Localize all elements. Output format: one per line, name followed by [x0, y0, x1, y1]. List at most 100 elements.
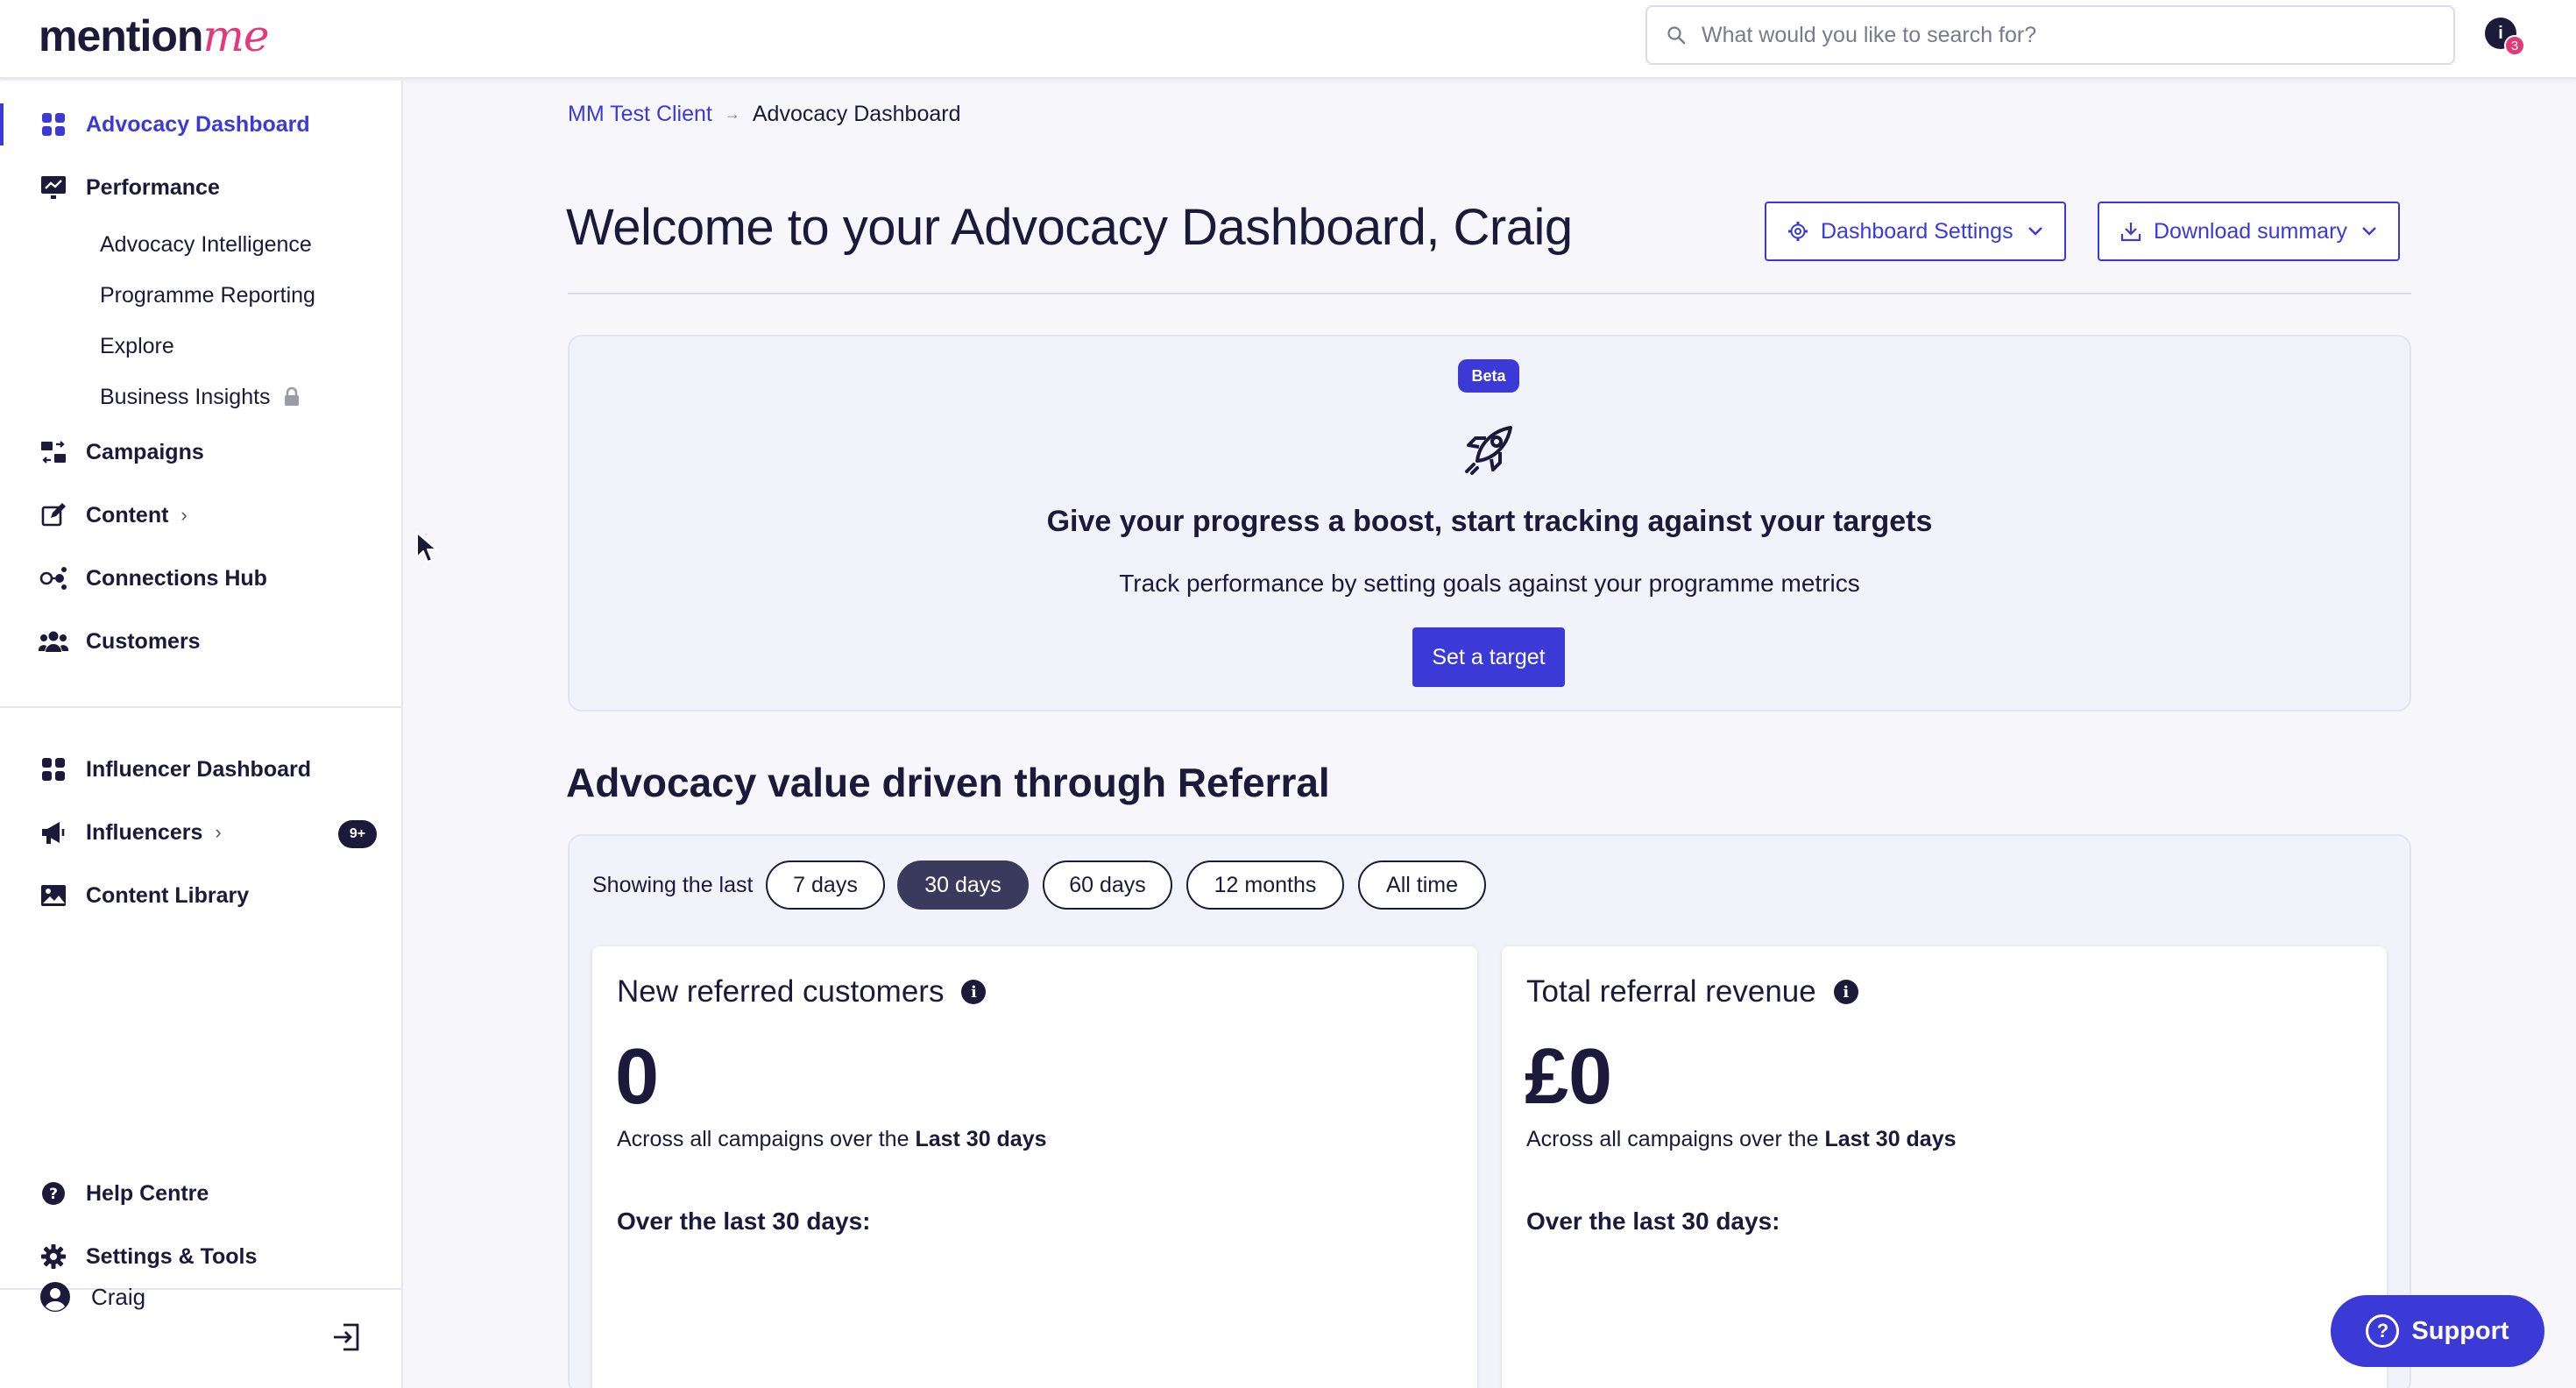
- sidebar-subitem-label: Programme Reporting: [100, 282, 315, 308]
- chevron-right-icon: ›: [215, 821, 222, 843]
- sidebar-divider: [0, 706, 401, 708]
- range-label: Showing the last: [592, 872, 754, 897]
- breadcrumb-link-client[interactable]: MM Test Client: [568, 102, 712, 127]
- sidebar-item-label: Customers: [86, 628, 201, 654]
- section-title: Advocacy value driven through Referral: [566, 760, 1330, 805]
- search-input[interactable]: What would you like to search for?: [1645, 5, 2455, 65]
- arrow-right-icon: →: [724, 104, 740, 123]
- sidebar-subitem-label: Advocacy Intelligence: [100, 231, 312, 257]
- sidebar-item-label: Content Library: [86, 882, 250, 908]
- sidebar-item-label: Influencers: [86, 819, 203, 845]
- range-pill-7-days[interactable]: 7 days: [766, 860, 885, 910]
- download-icon: [2120, 221, 2141, 242]
- beta-badge: Beta: [1458, 359, 1519, 393]
- chevron-right-icon: ›: [180, 504, 188, 526]
- card-value: £0: [1525, 1033, 1613, 1121]
- dashboard-grid-icon: [39, 110, 68, 139]
- customers-icon: [39, 627, 68, 656]
- set-target-button[interactable]: Set a target: [1412, 627, 1565, 687]
- sidebar-item-label: Performance: [86, 174, 220, 200]
- campaigns-icon: [39, 437, 68, 467]
- promo-subtitle: Track performance by setting goals again…: [1119, 570, 1860, 597]
- lock-icon: [283, 386, 301, 407]
- card-title: Total referral revenue i: [1526, 974, 1858, 1009]
- sidebar-subitem-label: Explore: [100, 333, 174, 358]
- card-value: 0: [615, 1033, 660, 1121]
- sidebar-subitem-programme-reporting[interactable]: Programme Reporting: [100, 273, 315, 317]
- dashboard-grid-icon: [39, 754, 68, 784]
- sidebar-item-help-centre[interactable]: ? Help Centre: [0, 1167, 401, 1220]
- notification-count-badge: 3: [2504, 35, 2525, 56]
- performance-chart-icon: [39, 173, 68, 202]
- sidebar-item-label: Connections Hub: [86, 565, 267, 591]
- sidebar-item-label: Influencer Dashboard: [86, 756, 311, 782]
- connections-icon: [39, 563, 68, 593]
- card-over-label: Over the last 30 days:: [1526, 1207, 1780, 1235]
- card-title-text: Total referral revenue: [1526, 974, 1816, 1009]
- sidebar-item-label: Help Centre: [86, 1180, 209, 1206]
- sidebar-item-influencer-dashboard[interactable]: Influencer Dashboard: [0, 743, 401, 796]
- metric-card-total-referral-revenue: Total referral revenue i £0 Across all c…: [1502, 946, 2387, 1388]
- support-label: Support: [2411, 1316, 2509, 1345]
- megaphone-icon: [39, 818, 68, 847]
- range-pill-60-days[interactable]: 60 days: [1043, 860, 1172, 910]
- logo-text-me: me: [202, 11, 269, 61]
- edit-icon: [39, 500, 68, 530]
- button-label: Dashboard Settings: [1821, 218, 2013, 244]
- sidebar-subitem-label: Business Insights: [100, 384, 271, 409]
- user-name: Craig: [91, 1283, 146, 1310]
- sidebar-subitem-advocacy-intelligence[interactable]: Advocacy Intelligence: [100, 223, 312, 266]
- logout-icon[interactable]: [331, 1321, 363, 1353]
- sidebar-item-advocacy-dashboard[interactable]: Advocacy Dashboard: [0, 98, 401, 151]
- influencers-count-badge: 9+: [338, 820, 377, 848]
- support-button[interactable]: ? Support: [2331, 1295, 2544, 1367]
- button-label: Download summary: [2154, 218, 2347, 244]
- sidebar-item-label: Advocacy Dashboard: [86, 111, 310, 137]
- svg-text:?: ?: [49, 1186, 58, 1203]
- dashboard-settings-button[interactable]: Dashboard Settings: [1765, 202, 2066, 261]
- search-placeholder: What would you like to search for?: [1702, 22, 2037, 47]
- mention-me-logo[interactable]: mention me: [39, 11, 269, 63]
- image-icon: [39, 881, 68, 910]
- search-icon: [1667, 25, 1686, 45]
- card-description-text: Across all campaigns over the: [1526, 1127, 1825, 1151]
- card-description: Across all campaigns over the Last 30 da…: [1526, 1127, 1957, 1152]
- notifications-button[interactable]: i 3: [2485, 18, 2525, 56]
- sidebar-subitem-explore[interactable]: Explore: [100, 324, 174, 368]
- sidebar-subitem-business-insights[interactable]: Business Insights: [100, 375, 301, 419]
- promo-title: Give your progress a boost, start tracki…: [1046, 505, 1933, 538]
- range-pill-12-months[interactable]: 12 months: [1186, 860, 1344, 910]
- sidebar-item-connections-hub[interactable]: Connections Hub: [0, 552, 401, 605]
- metric-card-new-referred-customers: New referred customers i 0 Across all ca…: [592, 946, 1477, 1388]
- logo-text-mention: mention: [39, 11, 203, 60]
- card-title: New referred customers i: [617, 974, 987, 1009]
- info-icon[interactable]: i: [1833, 980, 1858, 1004]
- card-title-text: New referred customers: [617, 974, 945, 1009]
- sidebar-item-label: Campaigns: [86, 439, 204, 464]
- gear-icon: [1787, 221, 1808, 242]
- question-icon: ?: [2366, 1314, 2400, 1348]
- top-bar: mention me What would you like to search …: [0, 0, 2576, 79]
- download-summary-button[interactable]: Download summary: [2098, 202, 2400, 261]
- page-title: Welcome to your Advocacy Dashboard, Crai…: [566, 199, 1573, 256]
- chevron-down-icon: [2028, 226, 2043, 237]
- card-description-text: Across all campaigns over the: [617, 1127, 916, 1151]
- card-over-label: Over the last 30 days:: [617, 1207, 871, 1235]
- range-pill-all-time[interactable]: All time: [1358, 860, 1486, 910]
- sidebar-item-content-library[interactable]: Content Library: [0, 869, 401, 922]
- card-description-period: Last 30 days: [915, 1127, 1047, 1151]
- rocket-icon: [1458, 419, 1519, 480]
- breadcrumb: MM Test Client → Advocacy Dashboard: [568, 98, 961, 130]
- sidebar-item-content[interactable]: Content ›: [0, 489, 401, 542]
- user-avatar-icon: [39, 1280, 72, 1314]
- sidebar-item-campaigns[interactable]: Campaigns: [0, 426, 401, 478]
- help-icon: ?: [39, 1179, 68, 1208]
- sidebar-item-label: Content: [86, 502, 169, 528]
- sidebar-item-customers[interactable]: Customers: [0, 615, 401, 668]
- mouse-cursor-icon: [415, 531, 438, 564]
- info-icon[interactable]: i: [961, 980, 987, 1004]
- sidebar-item-performance[interactable]: Performance: [0, 161, 401, 214]
- title-divider: [568, 293, 2411, 294]
- breadcrumb-current: Advocacy Dashboard: [752, 101, 961, 126]
- range-pill-30-days[interactable]: 30 days: [897, 860, 1029, 910]
